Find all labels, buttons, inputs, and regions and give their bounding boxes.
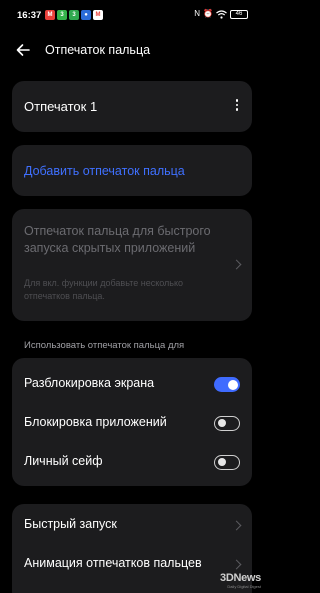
private-safe-toggle[interactable] — [214, 455, 240, 470]
more-settings-card: Быстрый запуск Анимация отпечатков пальц… — [12, 504, 252, 593]
fingerprint-card[interactable]: Отпечаток 1 — [12, 81, 252, 132]
quick-launch-title: Отпечаток пальца для быстрого запуска ск… — [24, 224, 211, 255]
watermark-tagline: Daily Digital Digest — [227, 584, 261, 589]
quick-launch-description: Для вкл. функции добавьте несколько отпе… — [24, 278, 184, 301]
wifi-icon — [216, 9, 227, 19]
quick-launch-hidden-apps-item[interactable]: Отпечаток пальца для быстрого запуска ск… — [12, 209, 252, 321]
alarm-icon: ⏰ — [203, 9, 213, 18]
back-arrow-icon[interactable] — [15, 42, 31, 58]
nfc-icon: N — [194, 9, 201, 18]
page-title: Отпечаток пальца — [45, 43, 151, 57]
battery-indicator: 46 — [230, 9, 248, 19]
notification-icons: M 3 3 ● M — [45, 10, 103, 20]
toggle-row-private-safe[interactable]: Личный сейф — [12, 443, 252, 482]
toggle-row-screen-unlock[interactable]: Разблокировка экрана — [12, 365, 252, 404]
toggle-knob — [217, 419, 226, 427]
screen-unlock-toggle[interactable] — [214, 377, 240, 392]
fingerprint-animation-item[interactable]: Анимация отпечатков пальцев — [12, 545, 252, 584]
list-item-label: Анимация отпечатков пальцев — [24, 556, 202, 570]
green-app-icon: 3 — [57, 10, 67, 20]
add-fingerprint-button[interactable]: Добавить отпечаток пальца — [12, 145, 252, 196]
watermark: 3DNews Daily Digital Digest — [220, 572, 261, 589]
toggle-label: Разблокировка экрана — [24, 376, 155, 390]
status-time: 16:37 — [17, 10, 42, 21]
chevron-right-icon — [231, 559, 242, 570]
list-item-label: Быстрый запуск — [24, 517, 117, 531]
toggle-label: Блокировка приложений — [24, 415, 167, 429]
usage-card: Разблокировка экрана Блокировка приложен… — [12, 358, 252, 486]
blue-app-icon: ● — [81, 10, 91, 20]
red-app-icon: M — [45, 10, 55, 20]
toggle-knob — [227, 379, 238, 390]
section-label: Использовать отпечаток пальца для — [24, 340, 185, 351]
fingerprint-name: Отпечаток 1 — [24, 99, 98, 114]
chevron-right-icon — [231, 259, 242, 270]
gmail-icon: M — [93, 10, 103, 20]
chevron-right-icon — [231, 520, 242, 531]
toggle-row-app-lock[interactable]: Блокировка приложений — [12, 404, 252, 443]
toggle-knob — [217, 458, 226, 466]
app-bar: Отпечаток пальца — [0, 36, 265, 64]
toggle-label: Личный сейф — [24, 454, 103, 468]
status-bar: 16:37 M 3 3 ● M N ⏰ 46 — [0, 0, 265, 30]
quick-launch-item[interactable]: Быстрый запуск — [12, 506, 252, 545]
system-status: N ⏰ 46 — [194, 9, 248, 19]
add-fingerprint-label: Добавить отпечаток пальца — [24, 164, 185, 178]
watermark-logo: 3DNews — [220, 572, 261, 584]
green-app-icon-2: 3 — [69, 10, 79, 20]
more-options-icon[interactable] — [234, 99, 240, 113]
app-lock-toggle[interactable] — [214, 416, 240, 431]
